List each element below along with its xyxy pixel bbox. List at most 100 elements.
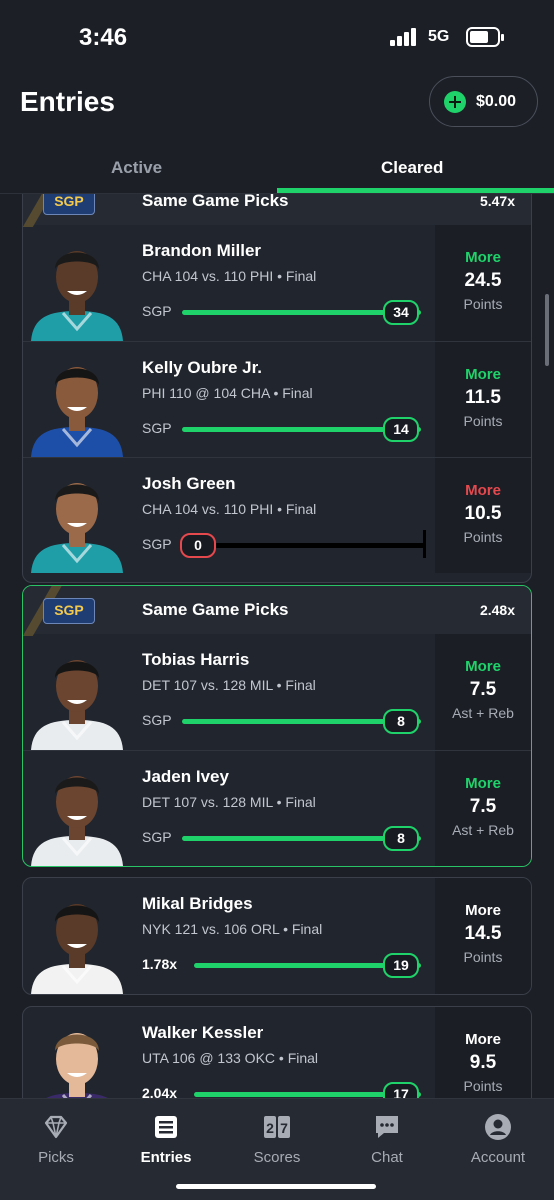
entry-card[interactable]: Mikal Bridges NYK 121 vs. 106 ORL • Final… [22, 877, 532, 995]
scrollbar[interactable] [545, 294, 549, 366]
pick-stat: Ast + Reb [452, 822, 514, 838]
home-indicator [176, 1184, 376, 1189]
player-name: Josh Green [142, 474, 236, 493]
pick-stat: Points [463, 529, 503, 545]
nav-label: Chat [371, 1149, 403, 1166]
nav-label: Account [470, 1149, 526, 1166]
nav-chat[interactable]: Chat [337, 1113, 437, 1166]
sgp-badge: SGP [43, 194, 95, 215]
game-info: CHA 104 vs. 110 PHI • Final [142, 268, 317, 284]
entry-card[interactable]: Walker Kessler UTA 106 @ 133 OKC • Final 2… [22, 1006, 532, 1098]
progress-label: 2.04x [142, 1085, 178, 1098]
pick-stat: Points [463, 413, 503, 429]
progress-label: 1.78x [142, 956, 178, 972]
pick-line: 11.5 [465, 387, 501, 408]
nav-label: Scores [253, 1149, 301, 1166]
player-photo [31, 660, 123, 750]
player-photo [46, 1033, 108, 1098]
pick-row[interactable]: Josh Green CHA 104 vs. 110 PHI • Final SGP… [23, 457, 531, 573]
game-info: PHI 110 @ 104 CHA • Final [142, 385, 313, 401]
player-photo [31, 367, 123, 457]
entries-tabs: Active Cleared [0, 148, 554, 194]
pick-row[interactable]: Walker Kessler UTA 106 @ 133 OKC • Final 2… [23, 1007, 531, 1098]
pick-row[interactable]: Jaden Ivey DET 107 vs. 128 MIL • Final SGP… [23, 750, 531, 866]
nav-label: Picks [38, 1149, 74, 1166]
entry-multiplier: 5.47x [479, 194, 515, 209]
pick-summary: More 10.5 Points [435, 458, 531, 573]
add-funds-button[interactable]: $0.00 [429, 76, 538, 127]
entries-list[interactable]: SGP Same Game Picks 5.47x Brandon Miller… [0, 194, 554, 1098]
svg-text:2: 2 [266, 1120, 274, 1136]
entry-card[interactable]: SGP Same Game Picks 5.47x Brandon Miller… [22, 194, 532, 583]
plus-icon [444, 90, 466, 113]
entry-type-label: Same Game Picks [142, 600, 289, 619]
signal-icon [390, 28, 420, 46]
page-title: Entries [20, 86, 115, 117]
stat-value-pill: 8 [383, 709, 419, 734]
player-name: Mikal Bridges [142, 894, 253, 913]
entry-multiplier: 2.48x [479, 602, 515, 618]
nav-account[interactable]: Account [448, 1113, 548, 1166]
stat-value-pill: 17 [383, 1082, 419, 1098]
status-time: 3:46 [79, 24, 128, 51]
stat-value-pill: 34 [383, 300, 419, 325]
pick-line: 7.5 [469, 796, 497, 817]
game-info: DET 107 vs. 128 MIL • Final [142, 794, 316, 810]
player-name: Kelly Oubre Jr. [142, 358, 262, 377]
player-photo [31, 483, 123, 573]
battery-icon [466, 27, 504, 47]
pick-row[interactable]: Mikal Bridges NYK 121 vs. 106 ORL • Final… [23, 878, 531, 994]
game-info: DET 107 vs. 128 MIL • Final [142, 677, 316, 693]
stat-value-pill: 14 [383, 417, 419, 442]
progress-track [182, 543, 425, 548]
progress-label: SGP [142, 712, 172, 728]
pick-summary: More 11.5 Points [435, 342, 531, 457]
pick-row[interactable]: Kelly Oubre Jr. PHI 110 @ 104 CHA • Final… [23, 341, 531, 457]
entry-card[interactable]: SGP Same Game Picks 2.48x Tobias Harris D… [22, 585, 532, 867]
pick-row[interactable]: Brandon Miller CHA 104 vs. 110 PHI • Fina… [23, 225, 531, 341]
list-icon [155, 1116, 177, 1138]
pick-row[interactable]: Tobias Harris DET 107 vs. 128 MIL • Final… [23, 634, 531, 750]
pick-line: 9.5 [469, 1052, 497, 1073]
pick-summary: More 7.5 Ast + Reb [435, 751, 531, 866]
pick-summary: More 14.5 Points [435, 878, 531, 994]
pick-stat: Points [463, 949, 503, 965]
progress-label: SGP [142, 829, 172, 845]
pick-direction: More [465, 658, 501, 675]
player-name: Brandon Miller [142, 241, 262, 260]
progress-label: SGP [142, 303, 172, 319]
pick-line: 10.5 [464, 503, 502, 524]
tab-cleared[interactable]: Cleared [381, 158, 443, 178]
scoreboard-icon: 27 [264, 1116, 290, 1138]
tab-indicator [277, 188, 554, 193]
game-info: UTA 106 @ 133 OKC • Final [142, 1050, 319, 1066]
nav-picks[interactable]: Picks [6, 1113, 106, 1166]
balance-label: $0.00 [476, 92, 517, 110]
progress-end [423, 530, 426, 558]
pick-summary: More 24.5 Points [435, 225, 531, 341]
diamond-icon [44, 1115, 68, 1139]
player-name: Jaden Ivey [142, 767, 229, 786]
account-icon [485, 1114, 511, 1140]
pick-direction: More [465, 249, 501, 266]
progress-label: SGP [142, 536, 172, 552]
stat-value-pill: 0 [180, 533, 216, 558]
nav-scores[interactable]: 27 Scores [227, 1113, 327, 1166]
status-bar: 3:46 5G [0, 0, 554, 74]
player-photo [31, 904, 123, 994]
player-photo [31, 251, 123, 341]
tab-active[interactable]: Active [111, 158, 162, 178]
stat-value-pill: 8 [383, 826, 419, 851]
pick-line: 24.5 [464, 270, 502, 291]
pick-line: 14.5 [464, 923, 502, 944]
entry-header: SGP Same Game Picks 5.47x [23, 194, 531, 227]
nav-entries[interactable]: Entries [116, 1113, 216, 1166]
pick-direction: More [465, 902, 501, 919]
pick-stat: Points [463, 296, 503, 312]
entry-header: SGP Same Game Picks 2.48x [23, 586, 531, 636]
game-info: CHA 104 vs. 110 PHI • Final [142, 501, 317, 517]
pick-line: 7.5 [469, 679, 497, 700]
pick-summary: More 9.5 Points [435, 1007, 531, 1098]
pick-summary: More 7.5 Ast + Reb [435, 634, 531, 750]
pick-direction: More [465, 366, 501, 383]
